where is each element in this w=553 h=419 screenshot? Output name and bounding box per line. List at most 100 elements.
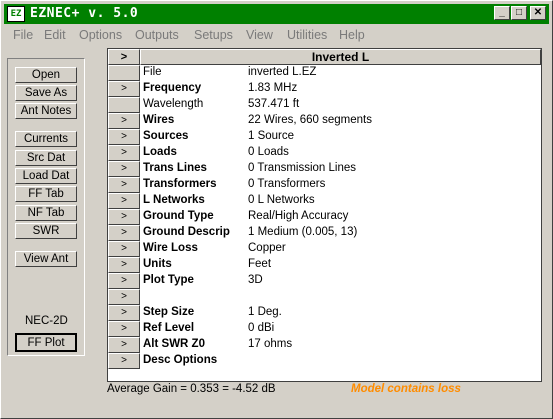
ff-plot-button[interactable]: FF Plot [15,333,77,352]
row-edit-button[interactable]: > [108,337,140,353]
swr-button[interactable]: SWR [15,223,77,239]
row-edit-button[interactable]: > [108,113,140,129]
menu-bar: File Edit Options Outputs Setups View Ut… [4,26,549,44]
grid-row-trans-lines[interactable]: > Trans Lines 0 Transmission Lines [108,161,541,177]
row-label: Sources [143,130,189,142]
menu-outputs[interactable]: Outputs [135,28,179,42]
src-dat-button[interactable]: Src Dat [15,150,77,166]
row-value: Feet [248,258,272,270]
grid-header: > Inverted L [108,49,541,65]
menu-file[interactable]: File [13,28,33,42]
menu-view[interactable]: View [246,28,273,42]
row-edit-button[interactable]: > [108,225,140,241]
row-label: Loads [143,146,177,158]
grid-row-alt-swr-z0[interactable]: > Alt SWR Z0 17 ohms [108,337,541,353]
row-label: Trans Lines [143,162,207,174]
grid-row-sources[interactable]: > Sources 1 Source [108,129,541,145]
grid-row-wavelength[interactable]: Wavelength 537.471 ft [108,97,541,113]
row-edit-button[interactable]: > [108,193,140,209]
row-button-blank[interactable] [108,97,140,113]
grid-row-loads[interactable]: > Loads 0 Loads [108,145,541,161]
engine-label: NEC-2D [25,315,68,327]
row-value: 0 Transmission Lines [248,162,357,174]
antenna-title[interactable]: Inverted L [140,49,541,65]
row-label: Wavelength [143,98,204,110]
row-value: 1 Medium (0.005, 13) [248,226,358,238]
row-edit-button[interactable]: > [108,257,140,273]
row-label: Ground Descrip [143,226,230,238]
row-edit-button[interactable]: > [108,161,140,177]
row-value: 22 Wires, 660 segments [248,114,373,126]
row-edit-button[interactable]: > [108,241,140,257]
row-edit-button[interactable]: > [108,81,140,97]
grid-row-step-size[interactable]: > Step Size 1 Deg. [108,305,541,321]
open-button[interactable]: Open [15,67,77,83]
command-panel: Open Save As Ant Notes Currents Src Dat … [7,58,85,356]
grid-row-ref-level[interactable]: > Ref Level 0 dBi [108,321,541,337]
menu-setups[interactable]: Setups [194,28,233,42]
grid-row-ground-type[interactable]: > Ground Type Real/High Accuracy [108,209,541,225]
nf-tab-button[interactable]: NF Tab [15,205,77,221]
row-edit-button[interactable]: > [108,289,140,305]
maximize-button[interactable]: □ [511,6,527,20]
row-label: Transformers [143,178,217,190]
grid-row-wire-loss[interactable]: > Wire Loss Copper [108,241,541,257]
grid-row-units[interactable]: > Units Feet [108,257,541,273]
row-edit-button[interactable]: > [108,321,140,337]
row-edit-button[interactable]: > [108,209,140,225]
row-edit-button[interactable]: > [108,145,140,161]
row-edit-button[interactable]: > [108,305,140,321]
grid-row-l-networks[interactable]: > L Networks 0 L Networks [108,193,541,209]
row-value: 1 Source [248,130,295,142]
ant-notes-button[interactable]: Ant Notes [15,103,77,119]
app-icon[interactable]: EZ [7,6,25,22]
row-label: Desc Options [143,354,218,366]
row-label: Ground Type [143,210,214,222]
row-value: 3D [248,274,263,286]
row-value: 0 Transformers [248,178,326,190]
ff-tab-button[interactable]: FF Tab [15,186,77,202]
row-value: 0 dBi [248,322,275,334]
row-edit-button[interactable]: > [108,273,140,289]
grid-row-file[interactable]: File inverted L.EZ [108,65,541,81]
row-edit-button[interactable]: > [108,353,140,369]
row-label: Plot Type [143,274,194,286]
row-edit-button[interactable]: > [108,177,140,193]
load-dat-button[interactable]: Load Dat [15,168,77,184]
menu-utilities[interactable]: Utilities [287,28,327,42]
close-button[interactable]: ✕ [530,6,546,20]
title-bar[interactable]: EZ EZNEC+ v. 5.0 _ □ ✕ [4,4,549,24]
row-button-blank[interactable] [108,65,140,81]
menu-options[interactable]: Options [79,28,122,42]
row-label: Ref Level [143,322,195,334]
grid-row-desc-options[interactable]: > Desc Options [108,353,541,369]
save-as-button[interactable]: Save As [15,85,77,101]
view-ant-button[interactable]: View Ant [15,251,77,267]
menu-edit[interactable]: Edit [44,28,66,42]
grid-row-transformers[interactable]: > Transformers 0 Transformers [108,177,541,193]
minimize-button[interactable]: _ [494,6,510,20]
antenna-properties-grid: > Inverted L File inverted L.EZ > Frequency… [107,48,542,382]
grid-row-frequency[interactable]: > Frequency 1.83 MHz [108,81,541,97]
row-label: Step Size [143,306,195,318]
row-value: Copper [248,242,286,254]
row-value: Real/High Accuracy [248,210,349,222]
row-value: 1.83 MHz [248,82,298,94]
row-label: Wire Loss [143,242,198,254]
window-title: EZNEC+ v. 5.0 [30,6,139,21]
grid-row-ground-descrip[interactable]: > Ground Descrip 1 Medium (0.005, 13) [108,225,541,241]
menu-help[interactable]: Help [339,28,365,42]
row-label: Alt SWR Z0 [143,338,205,350]
grid-row-plot-type[interactable]: > Plot Type 3D [108,273,541,289]
row-edit-button[interactable]: > [108,129,140,145]
row-value: 0 Loads [248,146,289,158]
grid-row-blank[interactable]: > [108,289,541,305]
grid-row-wires[interactable]: > Wires 22 Wires, 660 segments [108,113,541,129]
row-value: 17 ohms [248,338,293,350]
row-value: 537.471 ft [248,98,300,110]
header-arrow-button[interactable]: > [108,49,140,65]
row-label: L Networks [143,194,205,206]
currents-button[interactable]: Currents [15,131,77,147]
row-value: 0 L Networks [248,194,315,206]
row-label: Wires [143,114,175,126]
